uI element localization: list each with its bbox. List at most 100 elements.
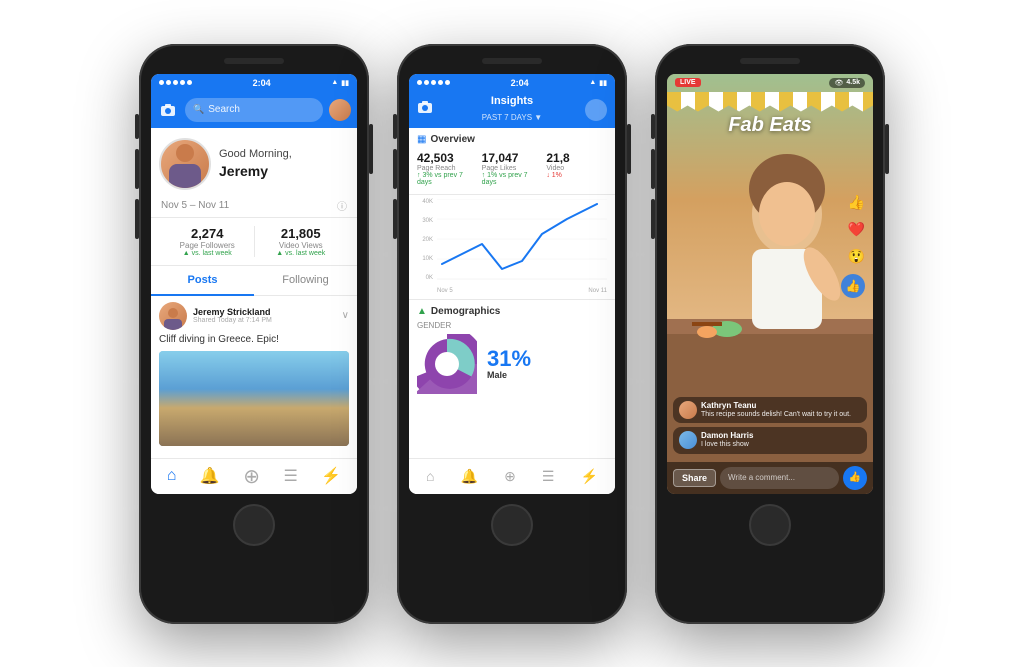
phone-1-screen: 2:04 ▲ ▮▮ 🔍 Search — [151, 74, 357, 494]
p3-comment-2-name: Damon Harris — [701, 431, 753, 440]
p2-male-stats: 31% Male — [487, 348, 531, 380]
p1-post-chevron-icon[interactable]: ∨ — [342, 310, 349, 321]
p3-comment-input[interactable]: Write a comment... — [720, 467, 839, 489]
p1-views-label: Video Views — [255, 241, 348, 250]
p3-view-count: 👁 4.5k — [829, 78, 865, 88]
p2-demographics-section: ▲ Demographics GENDER — [409, 300, 615, 400]
p2-header-avatar[interactable] — [585, 99, 607, 121]
p2-chart-area — [437, 199, 607, 281]
p1-post: Jeremy Strickland Shared Today at 7:14 P… — [151, 296, 357, 446]
p2-overview-icon: ▦ — [417, 134, 426, 145]
p1-nav: ⌂ 🔔 ⊕ ☰ ⚡ — [151, 458, 357, 494]
p1-date-row: Nov 5 – Nov 11 ⓘ — [151, 196, 357, 218]
p3-comment-2-content: Damon Harris I love this show — [701, 431, 753, 449]
p2-y-label-30k: 30K — [422, 218, 433, 224]
p1-up-arrow-icon: ▲ — [183, 250, 190, 257]
p3-home-button[interactable] — [749, 504, 791, 546]
p2-likes-change: ↑ 1% vs prev 7 days — [482, 172, 543, 186]
tab-following[interactable]: Following — [254, 266, 357, 295]
p3-like-button[interactable]: 👍 — [843, 466, 867, 490]
p1-post-meta: Shared Today at 7:14 PM — [193, 317, 336, 324]
p1-profile-avatar[interactable] — [159, 138, 211, 190]
p3-like-side-icon[interactable]: 👍 — [841, 274, 865, 298]
p2-demo-content: 31% Male — [417, 334, 607, 394]
p1-wifi-icon: ▲ — [331, 79, 338, 86]
p1-profile-section: Good Morning, Jeremy — [151, 128, 357, 196]
p1-header-avatar[interactable] — [329, 99, 351, 121]
p2-metrics: 42,503 Page Reach ↑ 3% vs prev 7 days 17… — [417, 151, 607, 186]
p2-likes-num: 17,047 — [482, 151, 543, 165]
p2-metric-likes: 17,047 Page Likes ↑ 1% vs prev 7 days — [482, 151, 543, 186]
p1-views-num: 21,805 — [255, 226, 348, 241]
p3-comment-1-name: Kathryn Teanu — [701, 401, 851, 410]
p2-chart-y-labels: 40K 30K 20K 10K 0K — [413, 199, 435, 281]
p1-info-icon[interactable]: ⓘ — [337, 198, 347, 213]
p2-x-label-nov11: Nov 11 — [588, 288, 607, 294]
p2-battery-icon: ▮▮ — [599, 79, 607, 87]
p1-post-author-avatar — [159, 302, 187, 330]
p3-share-button[interactable]: Share — [673, 469, 716, 487]
p1-greeting-name: Jeremy — [219, 162, 292, 180]
p3-view-num: 4.5k — [846, 79, 860, 86]
p1-views-change: ▲ vs. last week — [255, 250, 348, 257]
p1-nav-bell-icon[interactable]: 🔔 — [200, 466, 220, 486]
p2-nav-insights-icon[interactable]: ⚡ — [580, 468, 597, 485]
p1-search-icon: 🔍 — [193, 104, 204, 115]
p1-up-arrow-views-icon: ▲ — [276, 250, 283, 257]
p1-search-bar[interactable]: 🔍 Search — [185, 98, 323, 122]
p2-demographics-label: Demographics — [431, 306, 500, 317]
p1-status-right: ▲ ▮▮ — [331, 79, 349, 87]
tab-posts[interactable]: Posts — [151, 266, 254, 296]
p3-comment-1-avatar — [679, 401, 697, 419]
p2-y-label-0k: 0K — [426, 275, 433, 281]
p1-post-header: Jeremy Strickland Shared Today at 7:14 P… — [159, 302, 349, 330]
p1-nav-home-icon[interactable]: ⌂ — [167, 467, 177, 485]
p3-comment-placeholder: Write a comment... — [728, 473, 795, 482]
p2-title-main: Insights — [439, 95, 585, 107]
p3-comment-2-avatar — [679, 431, 697, 449]
p1-greeting-top: Good Morning, — [219, 147, 292, 161]
p3-reactions: 👍 ❤️ 😲 — [848, 194, 865, 265]
p1-nav-activity-icon[interactable]: ⚡ — [321, 466, 341, 486]
p2-video-num: 21,8 — [546, 151, 607, 165]
p1-nav-menu-icon[interactable]: ☰ — [284, 466, 298, 486]
p1-followers-label: Page Followers — [161, 241, 254, 250]
p1-search-text: Search — [208, 104, 240, 115]
p1-post-info: Jeremy Strickland Shared Today at 7:14 P… — [193, 307, 336, 324]
p3-channel-name: Fab Eats — [667, 114, 873, 137]
p2-nav-menu-icon[interactable]: ☰ — [542, 468, 555, 485]
p1-camera-icon[interactable] — [157, 99, 179, 121]
p2-chart-x-labels: Nov 5 Nov 11 — [437, 283, 607, 299]
p2-camera-icon[interactable] — [417, 100, 439, 119]
p1-followers-change: ▲ vs. last week — [161, 250, 254, 257]
p2-y-label-10k: 10K — [422, 256, 433, 262]
p1-home-button[interactable] — [233, 504, 275, 546]
p1-nav-plus-icon[interactable]: ⊕ — [243, 464, 260, 489]
p2-title-sub[interactable]: PAST 7 DAYS ▼ — [482, 113, 542, 122]
p2-demographics-title: ▲ Demographics — [417, 306, 607, 317]
p2-gender-label: GENDER — [417, 321, 607, 330]
phone-3-screen: LIVE 👁 4.5k Fab Eats 👍 ❤️ 😲 👍 — [667, 74, 873, 494]
p1-battery-icon: ▮▮ — [341, 79, 349, 87]
scene: 2:04 ▲ ▮▮ 🔍 Search — [0, 0, 1024, 667]
p1-signal-dots — [159, 80, 192, 85]
p2-nav-bell-icon[interactable]: 🔔 — [461, 468, 478, 485]
p2-y-label-20k: 20K — [422, 237, 433, 243]
p2-nav-home-icon[interactable]: ⌂ — [426, 468, 434, 484]
p3-reaction-3: 😲 — [848, 248, 865, 265]
p1-time: 2:04 — [253, 78, 271, 88]
p1-tabs: Posts Following — [151, 266, 357, 296]
p2-nav-plus-icon[interactable]: ⊕ — [504, 468, 516, 485]
p3-comment-2: Damon Harris I love this show — [673, 427, 867, 453]
p2-title-area: Insights PAST 7 DAYS ▼ — [439, 95, 585, 125]
p2-wifi-icon: ▲ — [589, 79, 596, 86]
p3-reaction-2: ❤️ — [848, 221, 865, 238]
p2-home-button[interactable] — [491, 504, 533, 546]
phone-3: LIVE 👁 4.5k Fab Eats 👍 ❤️ 😲 👍 — [655, 44, 885, 624]
phone-2: 2:04 ▲ ▮▮ Insights PAST 7 DAYS ▼ — [397, 44, 627, 624]
p1-post-image — [159, 351, 349, 446]
p3-comment-2-text: I love this show — [701, 440, 753, 449]
p1-stats: 2,274 Page Followers ▲ vs. last week 21,… — [151, 218, 357, 266]
p2-overview-label: Overview — [430, 134, 474, 145]
p2-metric-video: 21,8 Video ↓ 1% — [546, 151, 607, 186]
